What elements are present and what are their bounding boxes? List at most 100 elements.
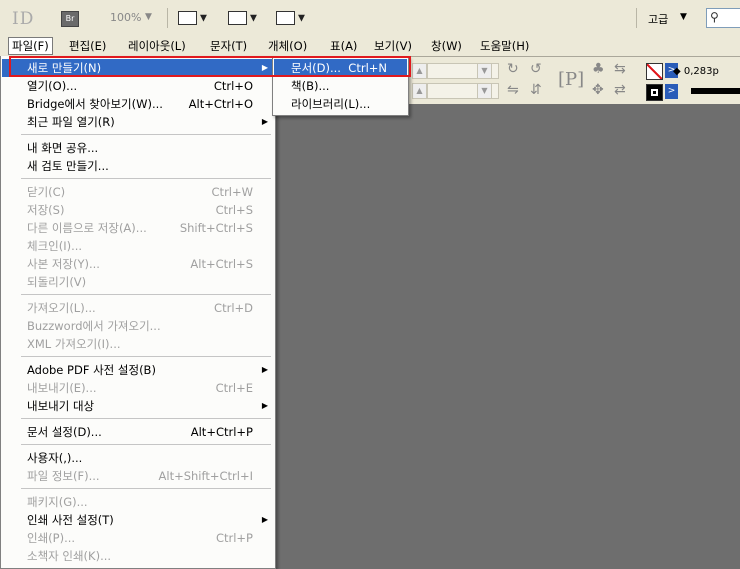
- menu-object[interactable]: 개체(O): [265, 38, 310, 54]
- menu-item-shortcut: Shift+Ctrl+S: [179, 221, 253, 235]
- file-menu-item-인쇄: 인쇄(P)... Ctrl+P: [2, 529, 273, 547]
- file-menu-item-다른-이름으로-저장: 다른 이름으로 저장(A)... Shift+Ctrl+S: [2, 219, 273, 237]
- menu-divider: [21, 418, 271, 419]
- rotate-cw-icon[interactable]: ↻: [507, 61, 519, 77]
- stroke-weight-value[interactable]: 0,283p: [684, 66, 719, 77]
- select-next-icon[interactable]: ⇄: [614, 82, 626, 98]
- file-menu-item-인쇄-사전-설정[interactable]: 인쇄 사전 설정(T) ▶: [2, 511, 273, 529]
- chevron-down-icon[interactable]: ▼: [680, 12, 687, 22]
- search-input[interactable]: ⚲: [706, 8, 740, 28]
- menu-item-shortcut: Ctrl+S: [215, 203, 253, 217]
- arrange-documents-button[interactable]: ▼: [276, 11, 305, 25]
- menu-item-label: 라이브러리(L)...: [291, 97, 371, 111]
- file-menu-item-최근-파일-열기[interactable]: 최근 파일 열기(R) ▶: [2, 113, 273, 131]
- new-submenu-item-책[interactable]: 책(B)...: [274, 77, 407, 95]
- menu-edit[interactable]: 편집(E): [66, 38, 109, 54]
- file-menu-item-가져오기: 가져오기(L)... Ctrl+D: [2, 299, 273, 317]
- menu-item-label: 소책자 인쇄(K)...: [27, 549, 112, 563]
- file-menu-item-체크인: 체크인(I)...: [2, 237, 273, 255]
- file-menu-item-내-화면-공유[interactable]: 내 화면 공유...: [2, 139, 273, 157]
- stroke-dropdown-icon[interactable]: >: [665, 84, 678, 99]
- flip-horizontal-icon[interactable]: ⇋: [507, 82, 519, 98]
- menu-item-label: Adobe PDF 사전 설정(B): [27, 363, 156, 377]
- screen-mode-button[interactable]: ▼: [228, 11, 257, 25]
- menu-item-label: Bridge에서 찾아보기(W)...: [27, 97, 163, 111]
- menu-item-label: 사본 저장(Y)...: [27, 257, 100, 271]
- view-options-icon: [178, 11, 197, 25]
- menu-item-shortcut: Ctrl+O: [213, 79, 253, 93]
- file-menu-item-저장: 저장(S) Ctrl+S: [2, 201, 273, 219]
- file-menu-item-소책자-인쇄: 소책자 인쇄(K)...: [2, 547, 273, 565]
- menu-item-label: 새 검토 만들기...: [27, 159, 109, 173]
- menu-divider: [21, 444, 271, 445]
- fill-swatch-none[interactable]: [646, 63, 663, 80]
- select-content-icon[interactable]: ✥: [592, 82, 604, 98]
- stroke-type-preview[interactable]: [691, 88, 740, 94]
- view-options-button[interactable]: ▼: [178, 11, 207, 25]
- menu-item-label: 최근 파일 열기(R): [27, 115, 115, 129]
- divider: [636, 8, 637, 28]
- menu-item-label: 인쇄(P)...: [27, 531, 76, 545]
- menu-item-shortcut: Alt+Shift+Ctrl+I: [158, 469, 253, 483]
- divider: [167, 8, 168, 28]
- menu-table[interactable]: 표(A): [327, 38, 360, 54]
- chevron-down-icon[interactable]: ▼: [477, 63, 492, 79]
- menu-layout[interactable]: 레이아웃(L): [125, 38, 189, 54]
- select-container-icon[interactable]: ♣: [592, 61, 605, 77]
- file-menu-item-bridge에서-찾아보기[interactable]: Bridge에서 찾아보기(W)... Alt+Ctrl+O: [2, 95, 273, 113]
- file-menu-item-buzzword에서-가져오기: Buzzword에서 가져오기...: [2, 317, 273, 335]
- menu-item-label: 체크인(I)...: [27, 239, 83, 253]
- menu-item-shortcut: Ctrl+D: [214, 301, 253, 315]
- submenu-arrow-icon: ▶: [261, 515, 268, 524]
- file-menu-item-사용자[interactable]: 사용자(,)...: [2, 449, 273, 467]
- menu-view[interactable]: 보기(V): [371, 38, 415, 54]
- menu-divider: [21, 294, 271, 295]
- spinner-up-icon[interactable]: ▲: [412, 83, 427, 99]
- menu-item-label: 되돌리기(V): [27, 275, 87, 289]
- bridge-button[interactable]: Br: [61, 11, 79, 27]
- rotate-ccw-icon[interactable]: ↺: [530, 61, 542, 77]
- application-bar: ID Br 100% ▼ ▼ ▼ ▼ 고급 ▼ ⚲: [0, 0, 740, 37]
- menu-item-label: 열기(O)...: [27, 79, 78, 93]
- file-menu-item-닫기: 닫기(C) Ctrl+W: [2, 183, 273, 201]
- menu-item-shortcut: Ctrl+E: [215, 381, 253, 395]
- menu-item-shortcut: Ctrl+P: [215, 531, 253, 545]
- menu-divider: [21, 356, 271, 357]
- menu-item-label: 책(B)...: [291, 79, 330, 93]
- menu-item-label: 패키지(G)...: [27, 495, 88, 509]
- file-menu-item-새-검토-만들기[interactable]: 새 검토 만들기...: [2, 157, 273, 175]
- menu-item-label: 사용자(,)...: [27, 451, 83, 465]
- submenu-arrow-icon: ▶: [261, 401, 268, 410]
- workspace-switcher[interactable]: 고급: [648, 11, 668, 27]
- submenu-arrow-icon: ▶: [261, 365, 268, 374]
- search-icon: ⚲: [710, 10, 719, 24]
- menu-item-shortcut: Alt+Ctrl+O: [188, 97, 253, 111]
- new-submenu-item-라이브러리[interactable]: 라이브러리(L)...: [274, 95, 407, 113]
- menu-help[interactable]: 도움말(H): [477, 38, 532, 54]
- spinner-up-icon[interactable]: ▲: [412, 63, 427, 79]
- arrange-documents-icon: [276, 11, 295, 25]
- reference-p-icon[interactable]: [P]: [558, 69, 584, 90]
- menu-type[interactable]: 문자(T): [207, 38, 250, 54]
- file-menu-item-문서-설정[interactable]: 문서 설정(D)... Alt+Ctrl+P: [2, 423, 273, 441]
- file-menu-item-열기[interactable]: 열기(O)... Ctrl+O: [2, 77, 273, 95]
- select-previous-icon[interactable]: ⇆: [614, 61, 626, 77]
- file-menu-item-내보내기-대상[interactable]: 내보내기 대상 ▶: [2, 397, 273, 415]
- chevron-down-icon[interactable]: ▼: [145, 12, 152, 22]
- menu-window[interactable]: 창(W): [428, 38, 465, 54]
- menu-item-label: 내 화면 공유...: [27, 141, 99, 155]
- zoom-level[interactable]: 100%: [110, 11, 141, 24]
- file-menu-item-패키지: 패키지(G)...: [2, 493, 273, 511]
- file-menu-item-adobe-pdf-사전-설정[interactable]: Adobe PDF 사전 설정(B) ▶: [2, 361, 273, 379]
- menu-file[interactable]: 파일(F): [8, 37, 53, 55]
- menu-item-label: 다른 이름으로 저장(A)...: [27, 221, 147, 235]
- submenu-arrow-icon: ▶: [261, 117, 268, 126]
- file-menu-item-xml-가져오기: XML 가져오기(I)...: [2, 335, 273, 353]
- flip-vertical-icon[interactable]: ⇵: [530, 82, 542, 98]
- menu-divider: [21, 488, 271, 489]
- chevron-down-icon[interactable]: ▼: [477, 83, 492, 99]
- stroke-weight-field[interactable]: ◆ 0,283p: [673, 66, 719, 77]
- file-menu-item-사본-저장: 사본 저장(Y)... Alt+Ctrl+S: [2, 255, 273, 273]
- menu-item-shortcut: Alt+Ctrl+S: [190, 257, 253, 271]
- stroke-swatch[interactable]: [646, 84, 663, 101]
